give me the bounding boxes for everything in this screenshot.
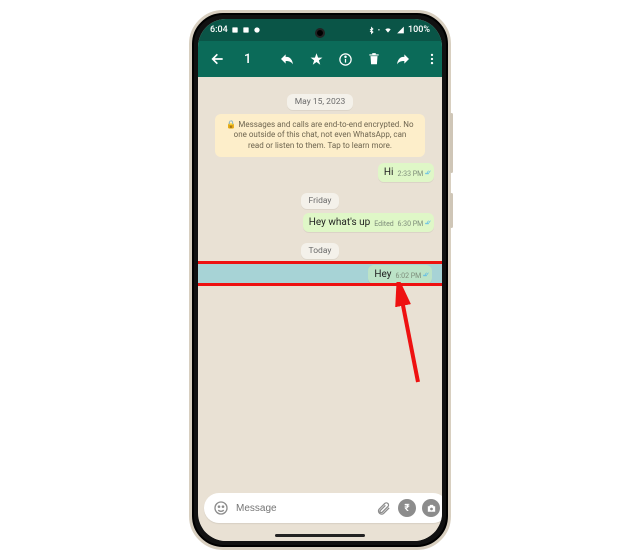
camera-icon[interactable] [422, 499, 440, 517]
message-text: Hi [384, 167, 394, 178]
attach-icon[interactable] [374, 499, 392, 517]
lock-icon: 🔒 [226, 120, 236, 129]
selected-message-row[interactable]: Hey 6:02 PM✓✓ [198, 263, 442, 286]
payment-icon[interactable]: ₹ [398, 499, 416, 517]
message-text: Hey what's up [309, 217, 370, 228]
signal-icon [396, 26, 405, 34]
date-separator: Today [204, 238, 436, 259]
message-input-container[interactable]: ₹ [204, 493, 442, 523]
reply-icon[interactable] [279, 51, 295, 67]
chat-area: May 15, 2023 🔒Messages and calls are end… [198, 77, 442, 487]
message-meta: Edited 6:30 PM✓✓ [374, 220, 428, 228]
dot-icon: • [378, 27, 380, 34]
star-icon[interactable] [309, 51, 324, 67]
forward-icon[interactable] [395, 51, 411, 67]
more-icon[interactable] [425, 51, 439, 67]
message-meta: 2:33 PM✓✓ [398, 170, 429, 178]
wifi-icon [383, 26, 393, 34]
read-ticks-icon: ✓✓ [424, 169, 428, 177]
message-row[interactable]: Hey what's up Edited 6:30 PM✓✓ [204, 213, 436, 232]
date-separator: May 15, 2023 [204, 89, 436, 110]
status-icon [242, 26, 250, 34]
bluetooth-icon [368, 26, 375, 35]
encryption-notice[interactable]: 🔒Messages and calls are end-to-end encry… [215, 114, 425, 157]
battery-text: 100% [408, 25, 430, 35]
back-icon[interactable] [210, 51, 226, 67]
message-meta: 6:02 PM✓✓ [396, 272, 427, 280]
input-bar: ₹ [198, 487, 442, 529]
selected-count: 1 [244, 52, 251, 67]
annotation-arrow [390, 282, 426, 392]
message-row[interactable]: Hi 2:33 PM✓✓ [204, 163, 436, 182]
date-separator: Friday [204, 188, 436, 209]
status-time: 6:04 [210, 25, 228, 35]
message-input[interactable] [236, 503, 368, 514]
delete-icon[interactable] [367, 51, 381, 67]
emoji-icon[interactable] [212, 499, 230, 517]
selection-action-bar: 1 [198, 41, 442, 77]
read-ticks-icon: ✓✓ [424, 219, 428, 227]
message-text: Hey [374, 269, 391, 280]
android-nav-bar[interactable] [198, 529, 442, 541]
status-icon [253, 26, 261, 34]
read-ticks-icon: ✓✓ [422, 271, 426, 279]
status-icon [231, 26, 239, 34]
info-icon[interactable] [338, 51, 353, 67]
